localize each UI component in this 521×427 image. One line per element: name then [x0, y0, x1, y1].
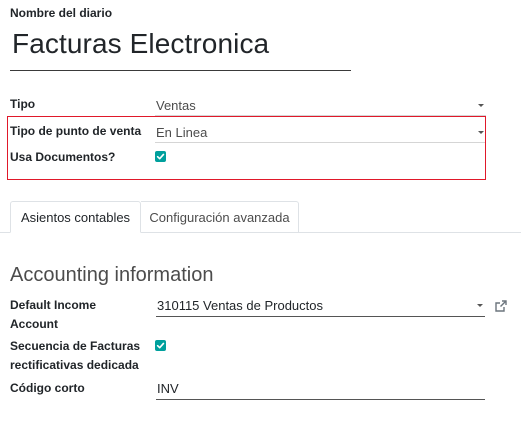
tab-asientos-contables[interactable]: Asientos contables — [10, 201, 141, 233]
journal-name-label: Nombre del diario — [10, 6, 113, 20]
caret-down-icon — [478, 104, 484, 107]
tipo-select[interactable]: Ventas — [155, 92, 486, 116]
codigo-corto-input[interactable]: INV — [156, 375, 485, 400]
codigo-corto-value: INV — [157, 381, 179, 396]
default-income-account-select[interactable]: 310115 Ventas de Productos — [156, 292, 485, 317]
section-title: Accounting information — [10, 264, 214, 286]
tipo-value: Ventas — [156, 98, 196, 113]
secuencia-checkbox[interactable] — [155, 340, 166, 351]
default-income-account-value: 310115 Ventas de Productos — [157, 298, 323, 313]
check-icon — [156, 342, 165, 349]
secuencia-label-line2: rectificativas dedicada — [10, 358, 139, 372]
external-link-icon[interactable] — [494, 299, 508, 313]
journal-name-input[interactable]: Facturas Electronica — [12, 28, 269, 60]
secuencia-label-line1: Secuencia de Facturas — [10, 339, 141, 353]
tab-configuracion-avanzada[interactable]: Configuración avanzada — [141, 201, 299, 233]
tipo-label: Tipo — [10, 97, 36, 111]
default-income-account-underline — [156, 316, 485, 317]
default-income-account-label-line1: Default Income — [10, 298, 97, 312]
journal-name-underline — [10, 70, 351, 71]
caret-down-icon — [477, 304, 483, 307]
codigo-corto-underline — [156, 399, 485, 400]
default-income-account-label-line2: Account — [10, 317, 58, 331]
highlight-box — [7, 116, 486, 180]
codigo-corto-label: Código corto — [10, 381, 85, 395]
